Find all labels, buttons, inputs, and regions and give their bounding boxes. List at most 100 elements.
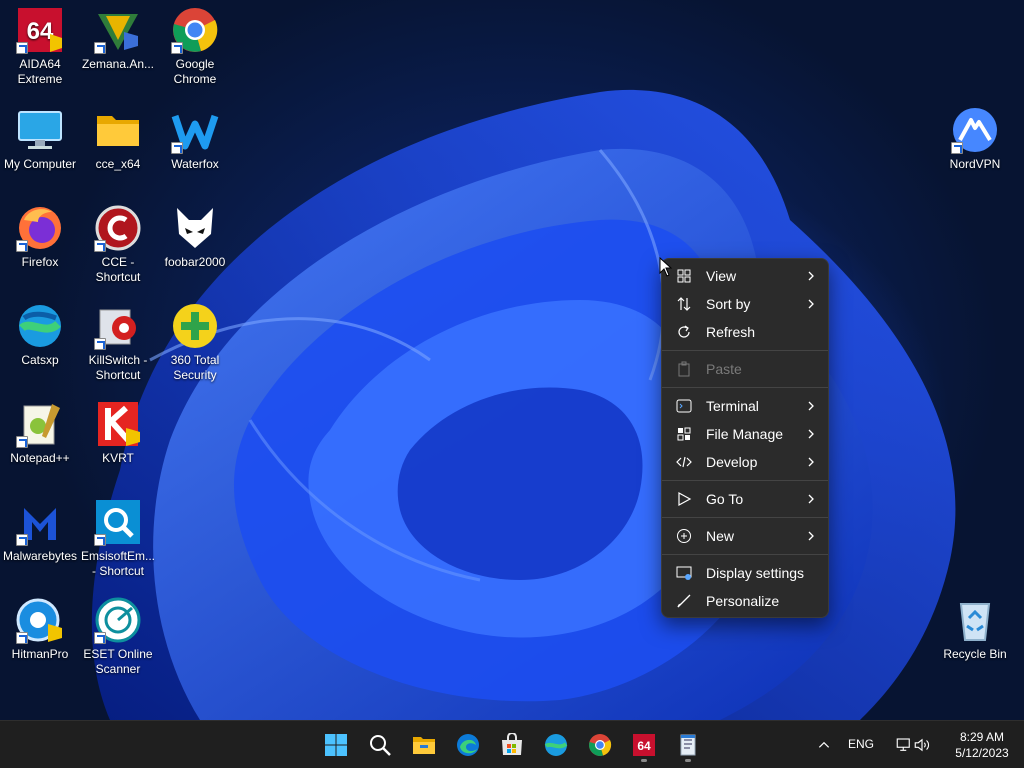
desktop-icon-notepadpp[interactable]: Notepad++ <box>0 400 80 492</box>
running-indicator <box>641 759 647 762</box>
desktop-icon-firefox[interactable]: Firefox <box>0 204 80 296</box>
icon-label: ESET Online Scanner <box>83 647 153 676</box>
menu-item-file-manage[interactable]: File Manage <box>666 420 824 448</box>
network-icon <box>896 738 910 751</box>
folder-icon <box>97 116 139 146</box>
desktop-icon-kvrt[interactable]: KVRT <box>78 400 158 492</box>
running-indicator <box>685 759 691 762</box>
brush-icon <box>676 593 692 609</box>
context-menu: View Sort by Refresh Paste Terminal File… <box>661 258 829 618</box>
taskbar-file-explorer[interactable] <box>406 727 442 763</box>
icon-label: Google Chrome <box>173 57 217 86</box>
menu-item-label: New <box>706 528 735 544</box>
chevron-right-icon <box>806 491 816 507</box>
taskbar-aida64[interactable]: 64 <box>626 727 662 763</box>
menu-item-label: Display settings <box>706 565 805 581</box>
menu-item-label: View <box>706 268 737 284</box>
icon-label: Malwarebytes <box>2 549 78 563</box>
catsxp-icon <box>544 734 568 756</box>
chevron-right-icon <box>806 528 816 544</box>
menu-separator <box>662 350 828 351</box>
icon-label: 360 Total Security <box>170 353 220 382</box>
menu-item-label: Personalize <box>706 593 780 609</box>
taskbar-search[interactable] <box>362 727 398 763</box>
file-explorer-icon <box>413 737 435 754</box>
edge-icon <box>457 734 479 756</box>
mouse-cursor-icon <box>659 257 673 277</box>
menu-item-view[interactable]: View <box>666 262 824 290</box>
taskbar: 64 ENG 8:29 AM 5/12/2023 <box>0 720 1024 768</box>
taskbar-start[interactable] <box>318 727 354 763</box>
catsxp-icon <box>19 305 61 347</box>
desktop-icon-chrome[interactable]: Google Chrome <box>155 6 235 98</box>
plus-circle-icon <box>676 528 692 544</box>
desktop-icon-emsisoft[interactable]: EmsisoftEm... - Shortcut <box>78 498 158 590</box>
menu-item-sort-by[interactable]: Sort by <box>666 290 824 318</box>
notepad-icon <box>680 734 696 756</box>
menu-item-go-to[interactable]: Go To <box>666 485 824 513</box>
icon-label: KVRT <box>102 451 134 465</box>
icon-label: HitmanPro <box>11 647 69 661</box>
svg-text:64: 64 <box>637 739 651 753</box>
chevron-right-icon <box>806 268 816 284</box>
desktop-icon-zemana[interactable]: Zemana.An... <box>78 6 158 98</box>
tray-overflow[interactable] <box>810 727 838 763</box>
desktop-icon-malwarebytes[interactable]: Malwarebytes <box>0 498 80 590</box>
chevron-right-icon <box>806 296 816 312</box>
taskbar-chrome[interactable] <box>582 727 618 763</box>
menu-separator <box>662 517 828 518</box>
desktop-icon-hitmanpro[interactable]: HitmanPro <box>0 596 80 688</box>
grid-icon <box>676 268 692 284</box>
menu-item-label: Develop <box>706 454 758 470</box>
360-security-icon <box>173 304 217 348</box>
menu-item-new[interactable]: New <box>666 522 824 550</box>
search-icon <box>370 735 391 756</box>
desktop-icon-360-security[interactable]: 360 Total Security <box>155 302 235 394</box>
menu-item-refresh[interactable]: Refresh <box>666 318 824 346</box>
chevron-right-icon <box>806 454 816 470</box>
kvrt-icon <box>98 402 140 446</box>
recycle-bin-icon <box>959 603 991 641</box>
language-indicator[interactable]: ENG <box>848 737 874 751</box>
desktop-icon-nordvpn[interactable]: NordVPN <box>935 106 1015 198</box>
menu-item-develop[interactable]: Develop <box>666 448 824 476</box>
desktop[interactable]: 64 AIDA64 Extreme Zemana.An... Google Ch… <box>0 0 1024 720</box>
store-icon <box>502 733 522 755</box>
desktop-icon-my-computer[interactable]: My Computer <box>0 106 80 198</box>
menu-item-label: Terminal <box>706 398 759 414</box>
chevron-right-icon <box>806 398 816 414</box>
menu-item-display-settings[interactable]: Display settings <box>666 559 824 587</box>
icon-label: Catsxp <box>21 353 59 367</box>
desktop-icon-foobar2000[interactable]: foobar2000 <box>155 204 235 296</box>
menu-separator <box>662 387 828 388</box>
icon-label: foobar2000 <box>164 255 226 269</box>
desktop-icon-cce-x64[interactable]: cce_x64 <box>78 106 158 198</box>
apps-icon <box>676 426 692 442</box>
tray-network-volume[interactable] <box>886 727 940 763</box>
menu-item-terminal[interactable]: Terminal <box>666 392 824 420</box>
icon-label: EmsisoftEm... - Shortcut <box>80 549 155 578</box>
desktop-icon-eset[interactable]: ESET Online Scanner <box>78 596 158 688</box>
desktop-icon-catsxp[interactable]: Catsxp <box>0 302 80 394</box>
refresh-icon <box>676 324 692 340</box>
taskbar-edge[interactable] <box>450 727 486 763</box>
desktop-icon-cce[interactable]: CCE - Shortcut <box>78 204 158 296</box>
icon-label: Zemana.An... <box>81 57 155 71</box>
taskbar-catsxp[interactable] <box>538 727 574 763</box>
desktop-icon-waterfox[interactable]: Waterfox <box>155 106 235 198</box>
chevron-up-icon <box>818 741 830 748</box>
taskbar-notepad[interactable] <box>670 727 706 763</box>
play-outline-icon <box>676 491 692 507</box>
menu-item-personalize[interactable]: Personalize <box>666 587 824 615</box>
menu-item-label: File Manage <box>706 426 784 442</box>
display-icon <box>676 565 692 581</box>
desktop-icon-killswitch[interactable]: KillSwitch - Shortcut <box>78 302 158 394</box>
menu-item-paste[interactable]: Paste <box>666 355 824 383</box>
clock[interactable]: 8:29 AM 5/12/2023 <box>944 729 1020 761</box>
desktop-icon-aida64[interactable]: 64 AIDA64 Extreme <box>0 6 80 98</box>
icon-label: CCE - Shortcut <box>95 255 141 284</box>
taskbar-store[interactable] <box>494 727 530 763</box>
clock-time: 8:29 AM <box>959 730 1005 744</box>
terminal-icon <box>676 398 692 414</box>
desktop-icon-recycle-bin[interactable]: Recycle Bin <box>935 596 1015 688</box>
